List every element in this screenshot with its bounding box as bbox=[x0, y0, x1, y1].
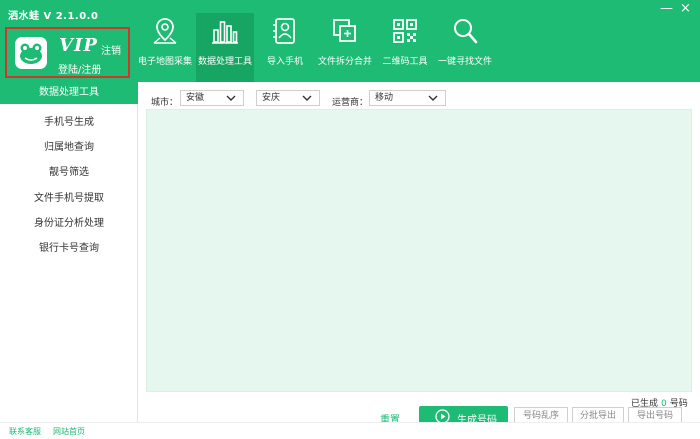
city-value: 安庆 bbox=[262, 93, 281, 103]
sidebar: 数据处理工具 手机号生成 归属地查询 靓号筛选 文件手机号提取 身份证分析处理 … bbox=[0, 82, 138, 422]
minimize-button[interactable]: — bbox=[660, 2, 673, 16]
sidebar-item-file-phone-extract[interactable]: 文件手机号提取 bbox=[0, 189, 138, 204]
vip-panel: VIP 注销 登陆/注册 bbox=[5, 27, 130, 78]
carrier-select[interactable]: 移动 bbox=[369, 90, 446, 106]
map-pin-icon bbox=[153, 18, 177, 44]
login-register-link[interactable]: 登陆/注册 bbox=[58, 61, 101, 76]
province-select[interactable]: 安徽 bbox=[180, 90, 244, 106]
search-icon bbox=[454, 19, 478, 44]
tool-label: 电子地图采集 bbox=[137, 57, 192, 67]
contact-support-link[interactable]: 联系客服 bbox=[9, 426, 41, 437]
app-title: 洒水蛙 V 2.1.0.0 bbox=[8, 11, 99, 22]
tool-qr-code[interactable]: 二维码工具 bbox=[381, 16, 429, 74]
chevron-down-icon bbox=[226, 95, 236, 101]
qr-code-icon bbox=[393, 19, 417, 43]
vip-badge: VIP bbox=[59, 35, 98, 56]
sidebar-item-location-query[interactable]: 归属地查询 bbox=[0, 138, 138, 153]
tool-data-processing[interactable]: 数据处理工具 bbox=[196, 13, 254, 82]
sidebar-item-lucky-number[interactable]: 靓号筛选 bbox=[0, 163, 138, 178]
tool-file-split-merge[interactable]: 文件拆分合并 bbox=[316, 16, 374, 74]
city-label: 城市： bbox=[151, 98, 179, 108]
tool-label: 数据处理工具 bbox=[197, 57, 252, 67]
tool-find-file[interactable]: 一键寻找文件 bbox=[436, 16, 494, 74]
result-textarea[interactable] bbox=[146, 109, 692, 392]
chevron-down-icon bbox=[428, 95, 438, 101]
tool-label: 文件拆分合并 bbox=[317, 57, 372, 67]
carrier-label: 运营商： bbox=[332, 98, 369, 108]
tool-label: 一键寻找文件 bbox=[437, 57, 492, 67]
carrier-value: 移动 bbox=[375, 93, 394, 103]
contact-card-icon bbox=[273, 18, 295, 44]
tool-label: 二维码工具 bbox=[382, 57, 428, 67]
tool-label: 导入手机 bbox=[266, 57, 303, 67]
footer-bar: 联系客服 网站首页 bbox=[0, 422, 700, 439]
chevron-down-icon bbox=[302, 95, 312, 101]
sidebar-item-id-card-analysis[interactable]: 身份证分析处理 bbox=[0, 214, 138, 229]
frog-logo-icon bbox=[15, 37, 47, 69]
sidebar-item-phone-generate[interactable]: 手机号生成 bbox=[0, 113, 138, 128]
bar-chart-icon bbox=[212, 21, 238, 44]
city-select[interactable]: 安庆 bbox=[256, 90, 320, 106]
tool-import-phone[interactable]: 导入手机 bbox=[262, 16, 308, 74]
province-value: 安徽 bbox=[186, 93, 205, 103]
website-home-link[interactable]: 网站首页 bbox=[53, 426, 85, 437]
tool-map-collect[interactable]: 电子地图采集 bbox=[137, 16, 193, 74]
header-bar: 洒水蛙 V 2.1.0.0 — × VIP 注销 登陆/注册 电子地图采集 数据… bbox=[0, 0, 700, 82]
file-merge-icon bbox=[333, 19, 356, 42]
logout-link[interactable]: 注销 bbox=[101, 42, 121, 57]
sidebar-header: 数据处理工具 bbox=[0, 82, 138, 104]
close-button[interactable]: × bbox=[680, 2, 691, 16]
sidebar-item-bank-card-query[interactable]: 银行卡号查询 bbox=[0, 239, 138, 254]
